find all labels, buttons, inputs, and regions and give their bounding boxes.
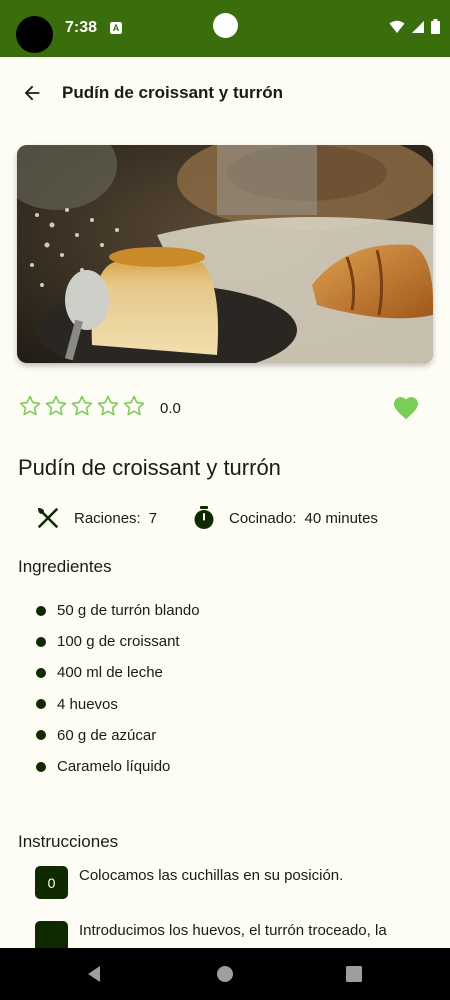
step-number: 0 [35,866,68,899]
star-outline-icon[interactable] [96,394,120,418]
rating-value: 0.0 [160,400,181,417]
system-icons [389,19,440,34]
utensils-icon [38,508,58,528]
cooking-time-info: Cocinado: 40 minutes [193,506,378,530]
bullet-icon [36,667,46,678]
nav-back-icon[interactable] [82,962,106,986]
bullet-icon [36,605,46,616]
status-time: 7:38 [65,19,98,36]
status-center-dot [213,13,238,38]
star-outline-icon[interactable] [70,394,94,418]
status-bar: 7:38 A [0,0,450,57]
list-item: 50 g de turrón blando [36,595,200,626]
bullet-icon [36,730,46,741]
nav-home-icon[interactable] [213,962,237,986]
ingredient-text: 60 g de azúcar [57,726,157,744]
app-bar: Pudín de croissant y turrón [0,57,450,127]
page-title: Pudín de croissant y turrón [62,83,284,102]
list-item: 400 ml de leche [36,657,200,688]
recipe-image [17,145,433,363]
cooking-value: 40 minutes [304,509,378,527]
list-item: 4 huevos [36,689,200,720]
step-text: Colocamos las cuchillas en su posición. [79,867,344,884]
cooking-label: Cocinado: [229,509,297,527]
instructions-heading: Instrucciones [18,832,119,851]
list-item: Caramelo líquido [36,751,200,782]
nav-recents-icon[interactable] [342,962,366,986]
back-button[interactable] [18,79,46,107]
ingredient-text: 400 ml de leche [57,664,163,682]
servings-label: Raciones: [74,509,141,527]
rating-row: 0.0 [18,394,432,422]
star-rating [18,394,146,418]
heart-icon[interactable] [392,394,420,420]
star-outline-icon[interactable] [18,394,42,418]
system-nav-bar [0,948,450,1000]
star-outline-icon[interactable] [44,394,68,418]
ingredient-text: 100 g de croissant [57,633,180,651]
recipe-meta: Raciones: 7 Cocinado: 40 minutes [36,506,436,532]
bullet-icon [36,636,46,647]
bullet-icon [36,699,46,710]
ingredients-list: 50 g de turrón blando 100 g de croissant… [36,595,200,782]
bullet-icon [36,761,46,772]
recipe-title: Pudín de croissant y turrón [18,455,281,480]
signal-icon [412,20,424,33]
wifi-icon [389,20,405,33]
ingredients-heading: Ingredientes [18,557,112,576]
step-text: Introducimos los huevos, el turrón troce… [79,922,387,939]
battery-icon [431,19,440,34]
ingredient-text: Caramelo líquido [57,758,171,776]
list-item: 60 g de azúcar [36,720,200,751]
instruction-step: 0 Colocamos las cuchillas en su posición… [35,866,415,899]
list-item: 100 g de croissant [36,626,200,657]
arrow-left-icon [24,85,40,101]
ingredient-text: 50 g de turrón blando [57,602,200,620]
star-outline-icon[interactable] [122,394,146,418]
camera-cutout [16,16,53,53]
ingredient-text: 4 huevos [57,695,118,713]
timer-icon [194,506,214,529]
notification-icon: A [110,22,122,34]
servings-info: Raciones: 7 [36,506,157,530]
servings-value: 7 [148,509,158,527]
